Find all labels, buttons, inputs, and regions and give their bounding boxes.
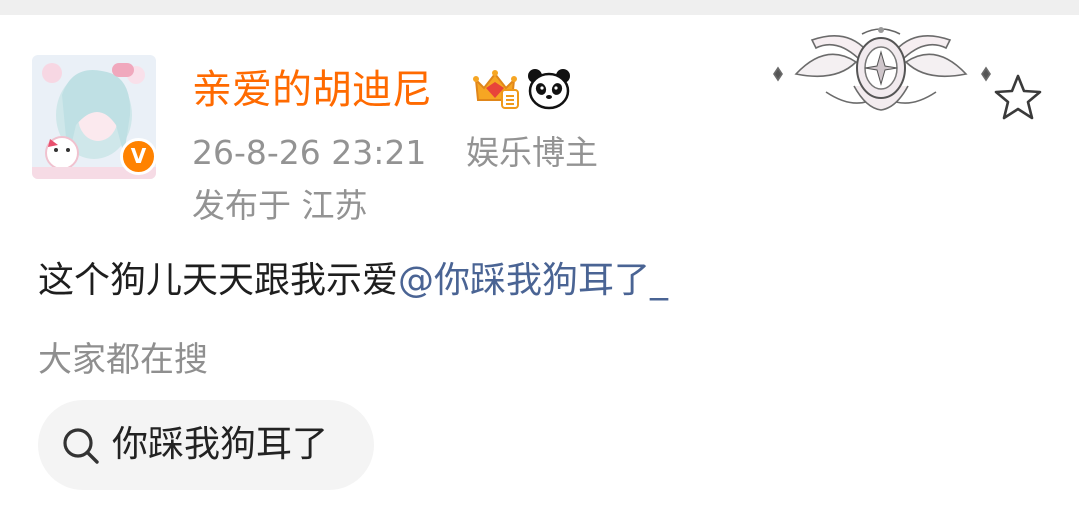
mention-link[interactable]: @你踩我狗耳了_ [398,260,668,301]
trending-title: 大家都在搜 [38,340,208,380]
author-role: 娱乐博主 [466,133,598,172]
panda-icon[interactable] [526,66,572,112]
post-text: 这个狗儿天天跟我示爱 [38,260,399,301]
post-content: 这个狗儿天天跟我示爱@你踩我狗耳了_ [38,258,668,304]
favorite-star-icon[interactable] [992,72,1044,124]
post-timestamp: 26-8-26 23:21 [192,133,427,172]
crown-badge-icon[interactable] [470,66,520,112]
top-divider [0,0,1079,15]
author-name[interactable]: 亲爱的胡迪尼 [192,64,432,116]
trending-search-label: 你踩我狗耳了 [112,424,329,465]
post-location: 发布于 江苏 [192,186,368,225]
verified-badge: V [120,138,157,175]
ornament-decoration-icon [773,27,991,111]
search-icon [63,428,99,464]
trending-search-chip[interactable]: 你踩我狗耳了 [38,400,374,490]
